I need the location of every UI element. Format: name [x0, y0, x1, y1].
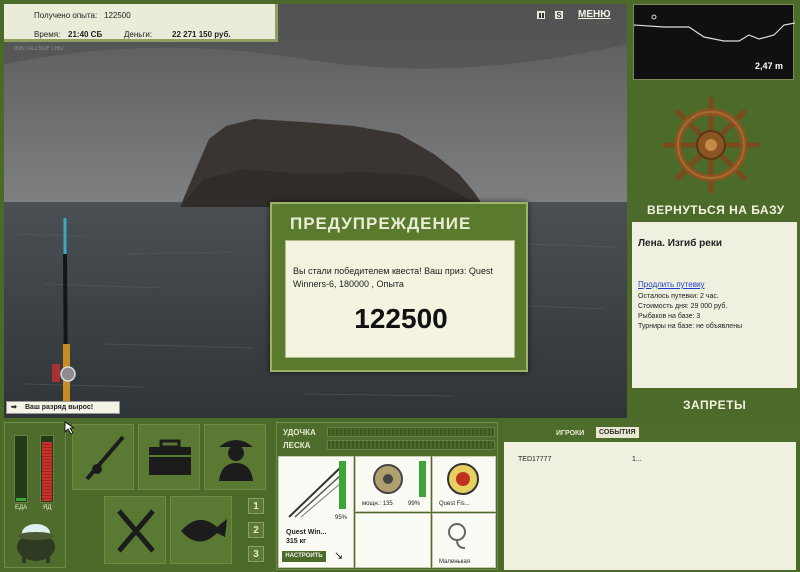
lure-slot[interactable]: Маленькая [432, 513, 496, 568]
depth-gauge: 2,47 m [633, 4, 795, 80]
tackle-box-tile[interactable] [138, 424, 200, 490]
line-spool-image [447, 463, 479, 495]
line-name: Quest Fis... [439, 501, 470, 507]
slot-2-button[interactable]: 2 [248, 522, 264, 538]
exp-label: Получено опыта: [34, 11, 98, 20]
reel-slot[interactable]: мощн.: 135 99% [355, 456, 431, 512]
rod-image [288, 466, 342, 518]
bans-button[interactable]: ЗАПРЕТЫ [683, 398, 746, 412]
food-tile[interactable] [104, 496, 166, 564]
rods-tile[interactable] [72, 424, 134, 490]
reel-condition: 99% [408, 501, 421, 507]
slot-1-button[interactable]: 1 [248, 498, 264, 514]
dialog-body: Вы стали победителем квеста! Ваш приз: Q… [285, 240, 515, 358]
base-name: Лена. Изгиб реки [638, 238, 722, 249]
dialog-message: Вы стали победителем квеста! Ваш приз: Q… [293, 266, 493, 289]
player-stats: Получено опыта: 122500 Время: 21:40 СБ Д… [4, 4, 278, 42]
slot-3-button[interactable]: 3 [248, 546, 264, 562]
line-slot[interactable]: Quest Fis... [432, 456, 496, 512]
lure-image [448, 523, 466, 549]
catch-tile[interactable] [170, 496, 232, 564]
watermark: INSTALLSOFT.RU [14, 46, 64, 52]
extend-permit-link[interactable]: Продлить путевку [638, 280, 705, 289]
empty-slot[interactable] [355, 513, 431, 568]
return-to-base-button[interactable]: ВЕРНУТЬСЯ НА БАЗУ [647, 203, 785, 217]
food-meter [14, 435, 28, 503]
money-label: Деньги: [124, 30, 153, 39]
menu-button[interactable]: МЕНЮ [578, 9, 611, 20]
poison-label: ЯД [43, 505, 52, 511]
line-strength-label: ЛЕСКА [283, 441, 311, 450]
food-meter-fill [16, 498, 26, 501]
tab-players[interactable]: ИГРОКИ [556, 430, 584, 437]
poison-meter [40, 435, 54, 503]
cursor-icon [64, 421, 74, 435]
base-info-panel: Лена. Изгиб реки Продлить путевку Остало… [632, 222, 797, 388]
dialog-title: ПРЕДУПРЕЖДЕНИЕ [290, 214, 472, 233]
dialog-amount: 122500 [354, 303, 448, 334]
reel-image [373, 464, 403, 494]
food-label: ЕДА [15, 505, 28, 511]
fisherman-tile[interactable] [204, 424, 266, 490]
tournaments-info: Турниры на базе: не объявлены [638, 323, 743, 330]
tackle-box-icon [149, 439, 191, 475]
warning-dialog: ПРЕДУПРЕЖДЕНИЕ Вы стали победителем квес… [270, 202, 528, 372]
setup-button[interactable]: НАСТРОИТЬ [282, 551, 326, 562]
permit-remaining: Осталось путевки: 2 час. [638, 293, 719, 300]
rod-condition-bar [339, 461, 346, 509]
tackle-panel: УДОЧКА ЛЕСКА 95% Quest Win... 315 кг НАС… [276, 422, 498, 570]
pause-icon[interactable] [536, 10, 546, 20]
player-value: 1... [632, 456, 642, 463]
reel-condition-bar [419, 461, 426, 497]
rank-notice: ➡ Ваш разряд вырос! [6, 401, 120, 414]
exp-value: 122500 [104, 11, 131, 20]
time-label: Время: [34, 30, 61, 39]
fishers-count: Рыбаков на базе: 3 [638, 313, 701, 320]
game-window: Получено опыта: 122500 Время: 21:40 СБ Д… [0, 0, 800, 572]
rod-strength-label: УДОЧКА [283, 428, 316, 437]
rank-notice-text: Ваш разряд вырос! [25, 404, 94, 411]
reel-name: мощн.: 135 [362, 501, 393, 507]
fork-knife-icon [117, 509, 155, 553]
lure-name: Маленькая [439, 559, 471, 565]
ship-wheel-icon[interactable] [662, 96, 760, 194]
rod-condition: 95% [335, 515, 348, 521]
cauldron-icon[interactable] [11, 519, 61, 565]
day-cost: Стоимость дня: 29 000 руб. [638, 303, 728, 310]
arrow-icon: ➡ [11, 404, 17, 411]
tab-events[interactable]: СОБЫТИЯ [596, 427, 639, 438]
players-panel: ИГРОКИ СОБЫТИЯ TED17777 1... [502, 422, 796, 570]
fish-icon [181, 519, 227, 542]
settings-icon[interactable]: S [554, 10, 564, 20]
rod-slot[interactable]: 95% Quest Win... 315 кг НАСТРОИТЬ ↘ [278, 456, 354, 568]
rod-strength-bar [327, 427, 495, 437]
rod-icon [85, 435, 125, 481]
meters-panel: ЕДА ЯД [4, 422, 66, 568]
bottom-panel: ЕДА ЯД 1 2 3 УДОЧКА ЛЕСКА 95% Quest Win.… [0, 418, 800, 572]
arrow-down-right-icon[interactable]: ↘ [334, 549, 343, 562]
fisherman-icon [219, 440, 253, 481]
money-value: 22 271 150 руб. [172, 30, 231, 39]
depth-value: 2,47 m [754, 61, 783, 71]
players-list: TED17777 1... [504, 442, 796, 570]
time-value: 21:40 СБ [68, 30, 103, 39]
rod-weight: 315 кг [286, 538, 307, 545]
player-name[interactable]: TED17777 [518, 456, 551, 463]
poison-meter-fill [42, 442, 52, 501]
rod-name: Quest Win... [286, 529, 327, 536]
line-strength-bar [327, 440, 495, 450]
